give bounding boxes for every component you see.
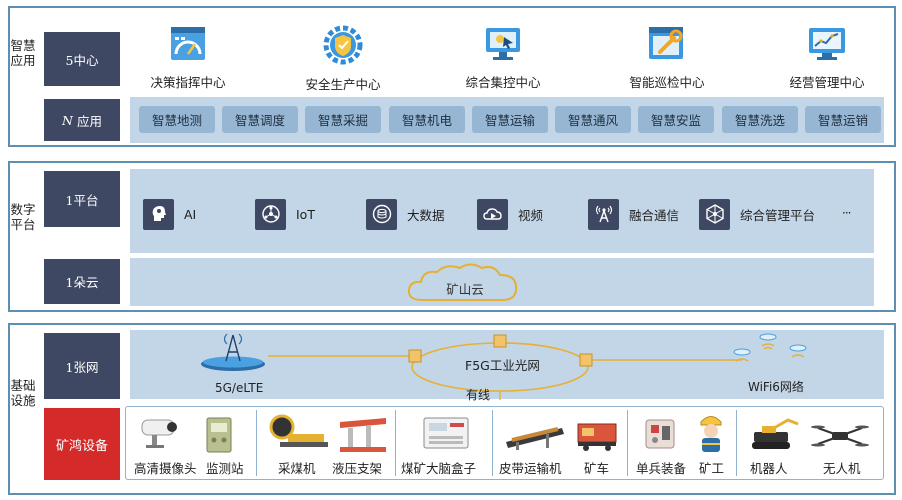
device-label: 矿车: [584, 461, 610, 476]
center-operation-management[interactable]: 经营管理中心: [772, 24, 882, 94]
center-label: 决策指挥中心: [150, 75, 226, 90]
ai-head-icon: [143, 198, 174, 230]
camera-icon: [141, 419, 177, 448]
device-label: 皮带运输机: [499, 461, 562, 476]
brain-box-icon: [423, 417, 469, 449]
platform-layer-title: 数字平台: [10, 202, 36, 232]
signal-tower-icon: [588, 198, 619, 230]
more-ellipsis: ···: [842, 206, 852, 220]
iot-network-icon: [255, 198, 286, 230]
n-apps-label-suffix: 应用: [72, 113, 102, 129]
shield-gear-icon: [323, 25, 363, 65]
platform-item-big-data[interactable]: 大数据: [366, 196, 445, 232]
base-station-label: 5G/eLTE: [215, 381, 264, 395]
platform-item-video[interactable]: 视频: [477, 196, 543, 232]
soldier-gear-icon: [645, 419, 675, 449]
belt-conveyor-icon: [506, 427, 564, 450]
monitoring-station-icon: [206, 417, 232, 453]
platform-item-label: 综合管理平台: [740, 207, 816, 223]
wired-label: 有线: [466, 388, 491, 402]
device-divider: [736, 410, 737, 476]
platform-item-converged-comm[interactable]: 融合通信: [588, 196, 679, 232]
device-label: 矿工: [699, 461, 725, 476]
app-button[interactable]: 智慧通风: [555, 106, 631, 133]
app-button[interactable]: 智慧安监: [638, 106, 714, 133]
platform-item-label: AI: [184, 206, 197, 222]
device-label: 液压支架: [332, 461, 383, 476]
center-label: 经营管理中心: [789, 75, 865, 90]
wifi-ap-icons: [733, 333, 807, 362]
center-smart-inspection[interactable]: 智能巡检中心: [612, 24, 722, 94]
n-apps-label: N 应用: [44, 99, 120, 141]
one-network-label: 1张网: [44, 333, 120, 399]
app-button[interactable]: 智慧采掘: [305, 106, 381, 133]
app-button[interactable]: 智慧调度: [222, 106, 298, 133]
one-cloud-label: 1朵云: [44, 259, 120, 304]
dashboard-icon: [171, 27, 205, 60]
device-divider: [395, 410, 396, 476]
mine-car-icon: [577, 423, 617, 451]
app-button[interactable]: 智慧洗选: [722, 106, 798, 133]
hub-network-icon: [699, 198, 730, 230]
miner-icon: [700, 416, 722, 452]
device-label: 监测站: [206, 461, 244, 476]
robot-icon: [752, 418, 799, 449]
cloud-label: 矿山云: [446, 282, 484, 297]
center-label: 安全生产中心: [305, 77, 381, 92]
app-button[interactable]: 智慧运输: [472, 106, 548, 133]
device-divider: [492, 410, 493, 476]
infrastructure-layer-title: 基础设施: [10, 378, 36, 408]
platform-item-ai[interactable]: AI: [143, 196, 196, 232]
wifi-network-label: WiFi6网络: [748, 380, 804, 394]
platform-item-iot[interactable]: IoT: [255, 196, 315, 232]
platform-item-label: 视频: [518, 207, 544, 223]
device-label: 单兵装备: [636, 461, 687, 476]
platform-item-label: 融合通信: [629, 207, 680, 223]
monitor-cursor-icon: [486, 28, 520, 60]
platform-item-management[interactable]: 综合管理平台: [699, 196, 815, 232]
device-divider: [627, 410, 628, 476]
device-label: 无人机: [823, 461, 861, 476]
base-station-icon: [201, 333, 265, 371]
hydraulic-support-icon: [340, 418, 386, 452]
center-safety-production[interactable]: 安全生产中心: [288, 24, 398, 94]
app-button[interactable]: 智慧地测: [139, 106, 215, 133]
center-label: 综合集控中心: [465, 75, 541, 90]
hongmeng-devices-label: 矿鸿设备: [44, 408, 120, 480]
platform-item-label: IoT: [296, 206, 315, 222]
device-divider: [256, 410, 257, 476]
app-button[interactable]: 智慧运销: [805, 106, 881, 133]
wrench-window-icon: [649, 27, 683, 59]
five-centers-label: 5中心: [44, 32, 120, 86]
center-decision-command[interactable]: 决策指挥中心: [133, 24, 243, 94]
one-platform-label: 1平台: [44, 171, 120, 227]
platform-item-label: 大数据: [407, 207, 445, 223]
n-apps-label-prefix: N: [62, 112, 73, 128]
line-chart-monitor-icon: [809, 28, 845, 60]
device-label: 高清摄像头: [134, 461, 197, 476]
device-label: 机器人: [750, 461, 788, 476]
drone-icon: [811, 425, 869, 447]
device-label: 煤矿大脑盒子: [401, 461, 477, 476]
shearer-icon: [269, 414, 328, 447]
big-data-icon: [366, 198, 397, 230]
center-integrated-control[interactable]: 综合集控中心: [448, 24, 558, 94]
optical-network-label: F5G工业光网: [465, 358, 540, 373]
center-label: 智能巡检中心: [629, 75, 705, 90]
video-cloud-icon: [477, 198, 508, 230]
app-button[interactable]: 智慧机电: [389, 106, 465, 133]
application-layer-title: 智慧应用: [10, 38, 36, 68]
device-label: 采煤机: [278, 461, 316, 476]
